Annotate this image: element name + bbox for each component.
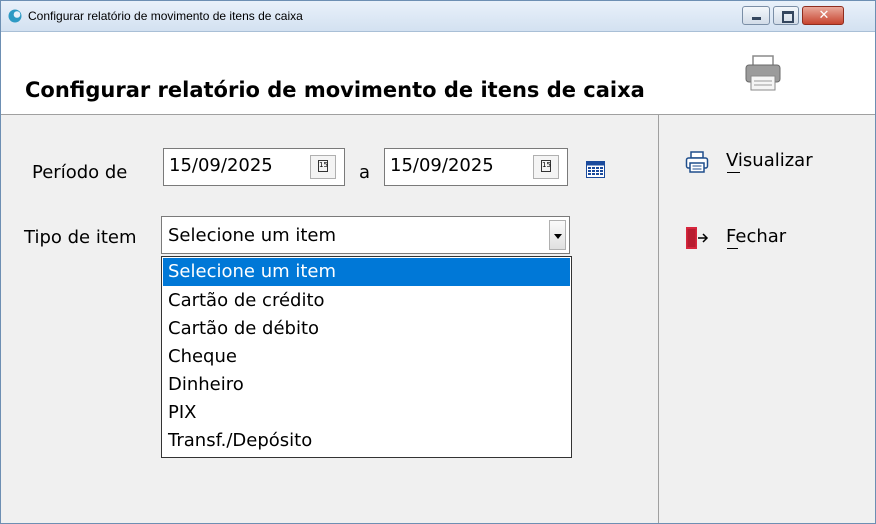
- calendar-icon: 15: [318, 160, 328, 172]
- tipo-item-dropdown-list: Selecione um item Cartão de crédito Cart…: [161, 256, 572, 458]
- window: Configurar relatório de movimento de ite…: [0, 0, 876, 524]
- minimize-button[interactable]: [742, 6, 770, 25]
- window-title: Configurar relatório de movimento de ite…: [28, 9, 303, 23]
- exit-door-icon: [686, 227, 709, 249]
- tipo-item-label: Tipo de item: [24, 227, 137, 248]
- printer-icon: [685, 151, 709, 173]
- close-icon: ✕: [818, 8, 830, 23]
- close-button[interactable]: ✕: [802, 6, 844, 25]
- app-icon: [8, 9, 22, 23]
- panel-divider: [658, 115, 659, 523]
- chevron-down-icon[interactable]: [549, 220, 566, 250]
- dropdown-option[interactable]: Cartão de crédito: [163, 287, 570, 315]
- visualizar-accelerator-underline: [727, 172, 740, 173]
- fechar-accelerator-underline: [727, 248, 738, 249]
- date-to-value: 15/09/2025: [390, 155, 494, 176]
- date-from-field[interactable]: 15/09/2025 15: [163, 148, 345, 186]
- title-bar: Configurar relatório de movimento de ite…: [1, 1, 875, 32]
- header-panel: Configurar relatório de movimento de ite…: [1, 32, 875, 115]
- tipo-item-selected-value: Selecione um item: [168, 225, 337, 246]
- maximize-button[interactable]: [773, 6, 799, 25]
- dropdown-option[interactable]: Cartão de débito: [163, 315, 570, 343]
- calendar-grid-icon[interactable]: [586, 161, 605, 178]
- fechar-label: Fechar: [726, 226, 787, 247]
- dropdown-option[interactable]: Selecione um item: [163, 258, 570, 286]
- visualizar-label: Visualizar: [726, 150, 813, 171]
- dropdown-option[interactable]: Dinheiro: [163, 371, 570, 399]
- fechar-button[interactable]: Fechar: [685, 223, 815, 253]
- date-from-calendar-button[interactable]: 15: [310, 155, 336, 179]
- minimize-icon: [752, 17, 761, 20]
- dropdown-option[interactable]: Cheque: [163, 343, 570, 371]
- date-to-calendar-button[interactable]: 15: [533, 155, 559, 179]
- page-title: Configurar relatório de movimento de ite…: [25, 78, 645, 102]
- printer-icon[interactable]: [744, 54, 784, 94]
- maximize-icon: [782, 11, 794, 23]
- date-to-field[interactable]: 15/09/2025 15: [384, 148, 568, 186]
- calendar-icon: 15: [541, 160, 551, 172]
- a-label: a: [359, 162, 371, 183]
- date-from-value: 15/09/2025: [169, 155, 273, 176]
- visualizar-button[interactable]: Visualizar: [685, 147, 835, 177]
- periodo-label: Período de: [32, 162, 128, 183]
- dropdown-option[interactable]: Transf./Depósito: [163, 427, 570, 455]
- tipo-item-select[interactable]: Selecione um item: [161, 216, 570, 254]
- dropdown-option[interactable]: PIX: [163, 399, 570, 427]
